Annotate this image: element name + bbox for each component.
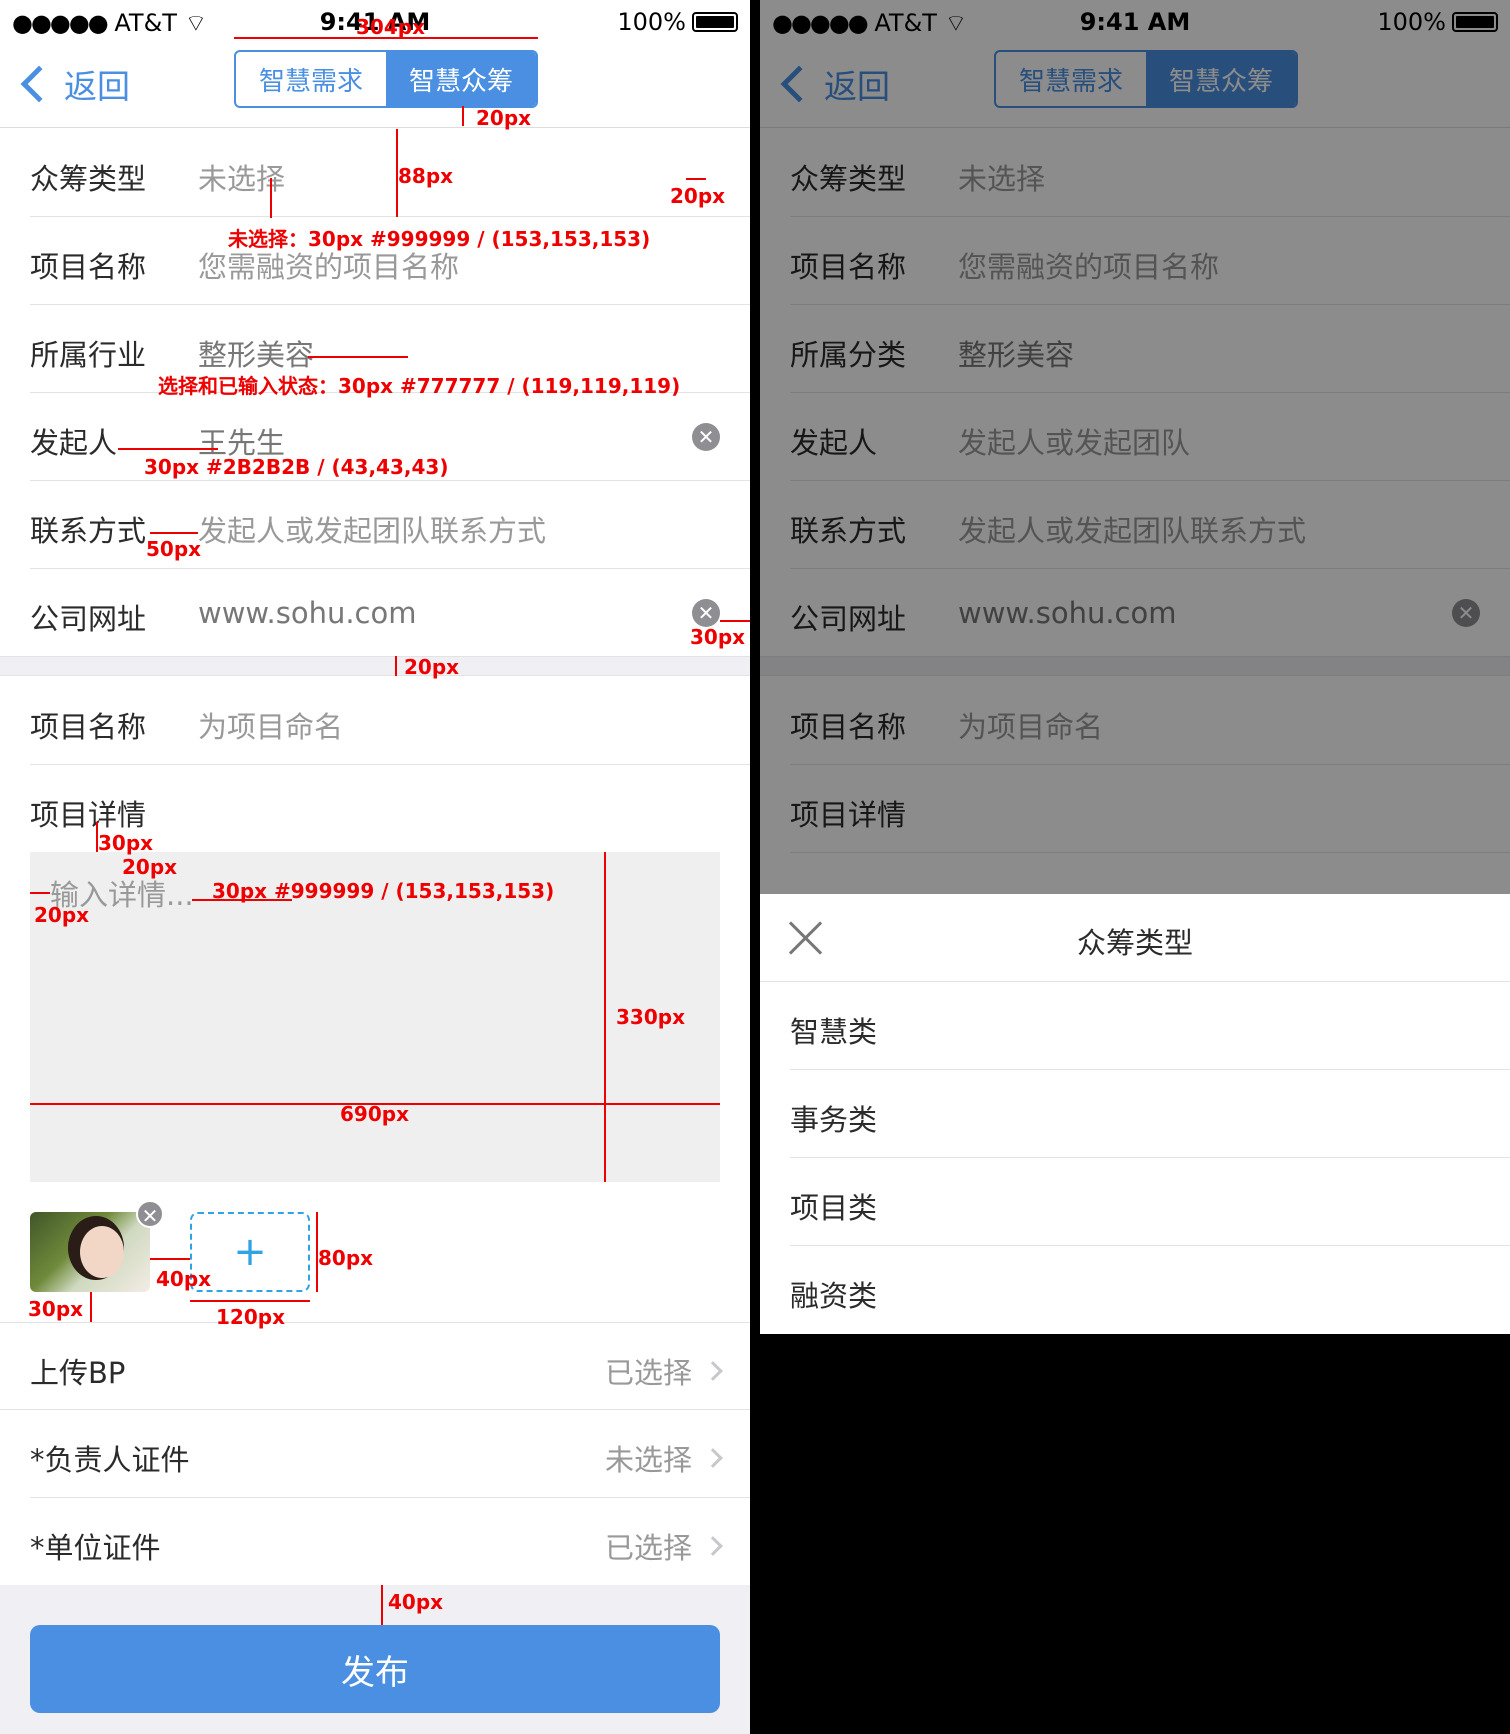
- row-contact: 联系方式 发起人或发起团队联系方式: [30, 481, 750, 569]
- industry-value: 整形美容: [198, 338, 315, 372]
- annotation: 20px: [670, 184, 726, 208]
- right-screen: ●●●●● AT&T ⌔ 9:41 AM 100% 返回 智慧需求 智慧众筹 众…: [760, 0, 1510, 1734]
- dimension-line: [686, 178, 706, 180]
- tab-smart-crowdfunding[interactable]: 智慧众筹: [386, 52, 536, 106]
- dimension-line: [270, 178, 272, 218]
- annotation: 40px: [156, 1267, 212, 1291]
- annotation: 20px: [34, 903, 90, 927]
- dimension-line: [604, 852, 606, 1182]
- annotation: 30px: [28, 1297, 84, 1321]
- annotation: 选择和已输入状态：30px #777777 / (119,119,119): [158, 374, 681, 398]
- segmented-control: 智慧需求 智慧众筹: [234, 50, 538, 108]
- annotation: 20px: [476, 106, 532, 130]
- plus-icon: +: [233, 1229, 267, 1275]
- picker-header: 众筹类型: [760, 894, 1510, 982]
- dimension-line: [462, 106, 464, 126]
- dimension-line: [150, 532, 198, 534]
- annotation: 88px: [398, 164, 454, 188]
- clear-icon[interactable]: ✕: [692, 599, 720, 627]
- annotation: 330px: [616, 1005, 685, 1029]
- option-item[interactable]: 项目类: [790, 1158, 1510, 1246]
- dimension-line: [190, 1300, 310, 1302]
- annotation: 未选择：30px #999999 / (153,153,153): [228, 227, 651, 251]
- clear-icon[interactable]: ✕: [692, 423, 720, 451]
- website-input[interactable]: www.sohu.com: [198, 596, 416, 630]
- annotation: 80px: [318, 1246, 374, 1270]
- background-page: ●●●●● AT&T ⌔ 9:41 AM 100% 返回 智慧需求 智慧众筹 众…: [760, 0, 1510, 894]
- row-website: 公司网址 www.sohu.com ✕: [30, 569, 750, 657]
- dimension-line: [90, 1292, 92, 1322]
- dimension-line: [381, 1585, 383, 1625]
- dimension-line: [308, 356, 408, 358]
- battery-icon: [692, 12, 738, 32]
- row-project-title: 项目名称 为项目命名: [30, 677, 750, 765]
- project-title-input[interactable]: 为项目命名: [198, 704, 343, 746]
- uploaded-image-thumbnail[interactable]: [30, 1212, 150, 1292]
- annotation: 30px: [690, 625, 746, 649]
- chevron-right-icon: [703, 1361, 723, 1381]
- row-leader-certificate[interactable]: *负责人证件 未选择: [30, 1410, 750, 1498]
- dimension-line: [395, 656, 397, 676]
- annotation: 30px #999999 / (153,153,153): [212, 879, 555, 903]
- annotation: 120px: [216, 1305, 285, 1329]
- dimension-line: [118, 448, 218, 450]
- chevron-right-icon: [703, 1536, 723, 1556]
- back-button[interactable]: 返回: [16, 60, 130, 108]
- annotation: 20px: [122, 855, 178, 879]
- dimension-line: [150, 1258, 190, 1260]
- annotation: 30px: [98, 831, 154, 855]
- contact-input[interactable]: 发起人或发起团队联系方式: [198, 508, 546, 550]
- annotation: 30px #2B2B2B / (43,43,43): [144, 455, 449, 479]
- row-company-certificate[interactable]: *单位证件 已选择: [30, 1498, 750, 1586]
- annotation: 690px: [340, 1102, 409, 1126]
- row-crowdfunding-type[interactable]: 众筹类型 未选择: [30, 129, 750, 217]
- option-item[interactable]: 融资类: [790, 1246, 1510, 1334]
- dimension-line: [720, 620, 750, 622]
- nav-bar: 返回 智慧需求 智慧众筹: [0, 40, 750, 128]
- annotation: 20px: [404, 655, 460, 679]
- battery-status: 100%: [617, 8, 738, 36]
- section-gap: [0, 656, 750, 676]
- annotation: 304px: [356, 15, 425, 39]
- dimension-line: [30, 892, 50, 894]
- row-upload-bp[interactable]: 上传BP 已选择: [0, 1322, 750, 1410]
- chevron-left-icon: [20, 65, 58, 103]
- annotation: 40px: [388, 1590, 444, 1614]
- crowdfunding-type-picker: 众筹类型 智慧类 事务类 项目类 融资类: [760, 894, 1510, 1334]
- modal-overlay[interactable]: [760, 0, 1510, 894]
- annotation: 50px: [146, 537, 202, 561]
- chevron-right-icon: [703, 1448, 723, 1468]
- option-item[interactable]: 智慧类: [790, 982, 1510, 1070]
- delete-image-icon[interactable]: ✕: [136, 1200, 164, 1228]
- picker-title: 众筹类型: [1076, 926, 1193, 960]
- option-item[interactable]: 事务类: [790, 1070, 1510, 1158]
- tab-smart-demand[interactable]: 智慧需求: [236, 52, 386, 106]
- publish-button[interactable]: 发布: [30, 1625, 720, 1713]
- left-screen: ●●●●● AT&T ⌔ 9:41 AM 100% 返回 智慧需求 智慧众筹 众…: [0, 0, 750, 1734]
